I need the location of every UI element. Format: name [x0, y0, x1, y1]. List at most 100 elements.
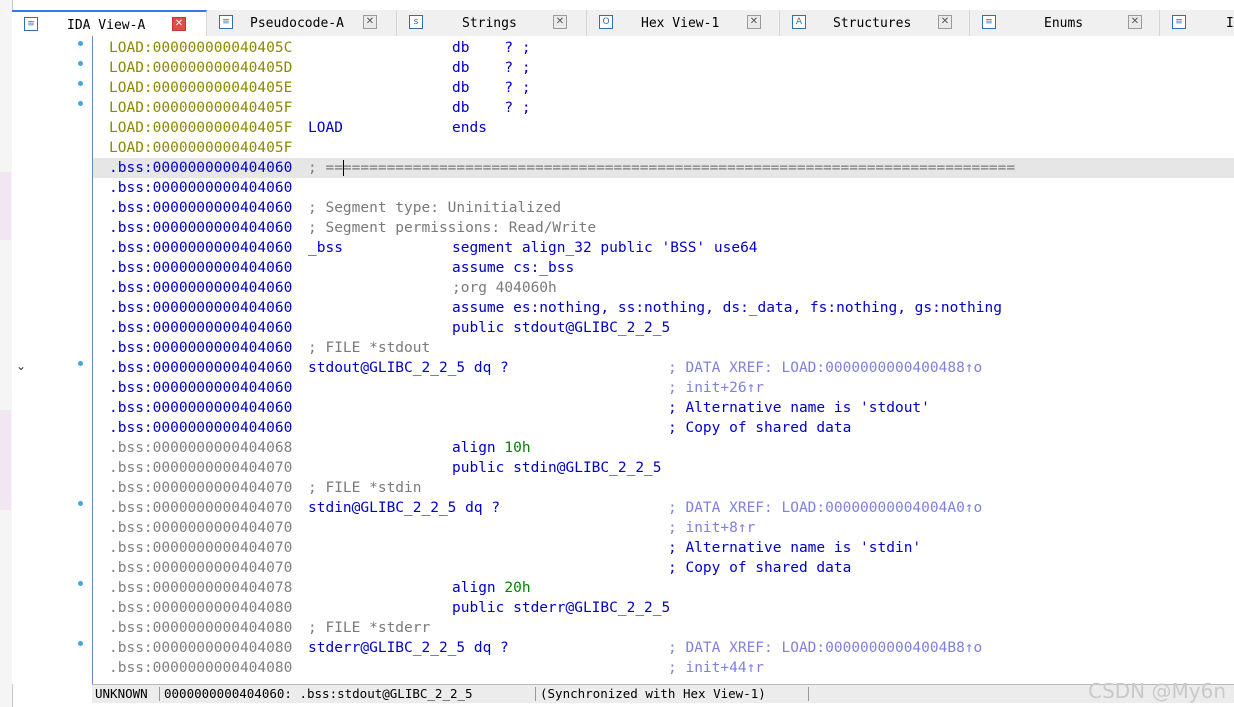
disasm-line[interactable]: .bss:0000000000404060 ; Alternative name … [93, 398, 1234, 418]
breakpoint-dot-icon[interactable] [78, 581, 83, 586]
breakpoint-dot-icon[interactable] [78, 361, 83, 366]
line-address[interactable]: LOAD:000000000040405F [109, 118, 292, 138]
line-address[interactable]: .bss:0000000000404060 [109, 338, 292, 358]
disasm-line[interactable]: .bss:0000000000404060 assume es:nothing, … [93, 298, 1234, 318]
line-label[interactable]: _bss [308, 238, 343, 258]
close-icon[interactable]: ✕ [172, 17, 186, 31]
line-instruction[interactable]: align 10h [452, 438, 531, 458]
line-address[interactable]: LOAD:000000000040405F [109, 138, 292, 158]
disasm-line[interactable]: .bss:0000000000404070 ; init+8↑r [93, 518, 1234, 538]
tab-enums[interactable]: ≡ Enums ✕ [970, 10, 1160, 36]
disasm-line[interactable]: .bss:0000000000404070 stdin@GLIBC_2_2_5 d… [93, 498, 1234, 518]
line-address[interactable]: .bss:0000000000404060 [109, 198, 292, 218]
disasm-line[interactable]: .bss:0000000000404070 ; Alternative name … [93, 538, 1234, 558]
line-instruction[interactable]: db ? ; [452, 78, 531, 98]
line-address[interactable]: .bss:0000000000404070 [109, 458, 292, 478]
disasm-line[interactable]: LOAD:000000000040405E db ? ; [93, 78, 1234, 98]
line-address[interactable]: .bss:0000000000404070 [109, 498, 292, 518]
xref-comment[interactable]: ; init+8↑r [668, 518, 755, 538]
disasm-line[interactable]: .bss:0000000000404060 ; Segment type: Uni… [93, 198, 1234, 218]
breakpoint-dot-icon[interactable] [78, 101, 83, 106]
line-address[interactable]: .bss:0000000000404060 [109, 218, 292, 238]
collapse-chevron-icon[interactable]: ⌄ [16, 359, 26, 373]
line-address[interactable]: .bss:0000000000404060 [109, 378, 292, 398]
line-instruction[interactable]: assume es:nothing, ss:nothing, ds:_data,… [452, 298, 1002, 318]
line-instruction[interactable]: public stdin@GLIBC_2_2_5 [452, 458, 662, 478]
line-address[interactable]: .bss:0000000000404060 [109, 298, 292, 318]
line-address[interactable]: .bss:0000000000404068 [109, 438, 292, 458]
tab-ida-view-a[interactable]: ≡ IDA View-A ✕ [12, 10, 207, 37]
close-icon[interactable]: ✕ [747, 15, 761, 29]
line-address[interactable]: .bss:0000000000404078 [109, 578, 292, 598]
line-address[interactable]: .bss:0000000000404080 [109, 638, 292, 658]
disasm-line[interactable]: .bss:0000000000404060 public stdout@GLIBC… [93, 318, 1234, 338]
breakpoint-dot-icon[interactable] [78, 61, 83, 66]
disasm-line[interactable]: .bss:0000000000404080 ; init+44↑r [93, 658, 1234, 678]
xref-comment[interactable]: ; init+44↑r [668, 658, 764, 678]
disasm-line[interactable]: .bss:0000000000404070 ; Copy of shared da… [93, 558, 1234, 578]
line-address[interactable]: .bss:0000000000404060 [109, 278, 292, 298]
line-address[interactable]: .bss:0000000000404060 [109, 158, 292, 178]
tab-hex-view-1[interactable]: O Hex View-1 ✕ [587, 10, 780, 36]
line-address[interactable]: .bss:0000000000404070 [109, 558, 292, 578]
disasm-line[interactable]: .bss:0000000000404060 ; Copy of shared da… [93, 418, 1234, 438]
line-instruction[interactable]: public stdout@GLIBC_2_2_5 [452, 318, 670, 338]
disasm-line[interactable]: .bss:0000000000404070 public stdin@GLIBC_… [93, 458, 1234, 478]
line-label[interactable]: stdout@GLIBC_2_2_5 dq ? [308, 358, 509, 378]
disasm-line[interactable]: .bss:0000000000404060 [93, 178, 1234, 198]
disasm-line[interactable]: LOAD:000000000040405C db ? ; [93, 38, 1234, 58]
disasm-line[interactable]: .bss:0000000000404080 ; FILE *stderr [93, 618, 1234, 638]
close-icon[interactable]: ✕ [363, 15, 377, 29]
xref-comment[interactable]: ; DATA XREF: LOAD:00000000004004B8↑o [668, 638, 982, 658]
breakpoint-dot-icon[interactable] [78, 41, 83, 46]
line-comment[interactable]: ;org 404060h [452, 278, 557, 298]
disassembly-view[interactable]: LOAD:000000000040405C db ? ; LOAD:00000000… [92, 36, 1234, 684]
disasm-line[interactable]: .bss:0000000000404070 ; FILE *stdin [93, 478, 1234, 498]
line-label[interactable]: LOAD [308, 118, 343, 138]
line-instruction[interactable]: ends [452, 118, 487, 138]
line-instruction[interactable]: db ? ; [452, 38, 531, 58]
line-address[interactable]: LOAD:000000000040405E [109, 78, 292, 98]
disasm-line[interactable]: .bss:0000000000404060 ; Segment permissio… [93, 218, 1234, 238]
xref-comment[interactable]: ; DATA XREF: LOAD:00000000004004A0↑o [668, 498, 982, 518]
line-address[interactable]: .bss:0000000000404060 [109, 238, 292, 258]
line-address[interactable]: .bss:0000000000404060 [109, 178, 292, 198]
line-instruction[interactable]: db ? ; [452, 98, 531, 118]
close-icon[interactable]: ✕ [553, 15, 567, 29]
line-instruction[interactable]: align 20h [452, 578, 531, 598]
line-address[interactable]: .bss:0000000000404060 [109, 358, 292, 378]
line-address[interactable]: .bss:0000000000404080 [109, 598, 292, 618]
close-icon[interactable]: ✕ [1128, 15, 1142, 29]
line-address[interactable]: .bss:0000000000404070 [109, 538, 292, 558]
disasm-line[interactable]: .bss:0000000000404080 public stderr@GLIBC… [93, 598, 1234, 618]
disasm-line[interactable]: .bss:0000000000404060 ; FILE *stdout [93, 338, 1234, 358]
line-address[interactable]: LOAD:000000000040405C [109, 38, 292, 58]
line-address[interactable]: LOAD:000000000040405D [109, 58, 292, 78]
tab-structures[interactable]: A Structures ✕ [780, 10, 970, 36]
disasm-line[interactable]: LOAD:000000000040405F db ? ; [93, 98, 1234, 118]
xref-comment[interactable]: ; DATA XREF: LOAD:0000000000400488↑o [668, 358, 982, 378]
close-icon[interactable]: ✕ [938, 15, 952, 29]
disasm-line[interactable]: .bss:0000000000404060 ; =================… [93, 158, 1234, 178]
tab-pseudocode-a[interactable]: ≡ Pseudocode-A ✕ [207, 10, 397, 36]
tab-strings[interactable]: s Strings ✕ [397, 10, 587, 36]
line-address[interactable]: .bss:0000000000404060 [109, 258, 292, 278]
disasm-line[interactable]: .bss:0000000000404060 ; init+26↑r [93, 378, 1234, 398]
xref-comment[interactable]: ; init+26↑r [668, 378, 764, 398]
line-instruction[interactable]: segment align_32 public 'BSS' use64 [452, 238, 758, 258]
disasm-line[interactable]: .bss:0000000000404060 ;org 404060h [93, 278, 1234, 298]
line-address[interactable]: .bss:0000000000404080 [109, 618, 292, 638]
breakpoint-dot-icon[interactable] [78, 501, 83, 506]
disasm-line[interactable]: LOAD:000000000040405D db ? ; [93, 58, 1234, 78]
line-address[interactable]: .bss:0000000000404070 [109, 478, 292, 498]
breakpoint-dot-icon[interactable] [78, 641, 83, 646]
line-address[interactable]: .bss:0000000000404060 [109, 318, 292, 338]
disasm-line[interactable]: LOAD:000000000040405F LOAD ends [93, 118, 1234, 138]
breakpoint-dot-icon[interactable] [78, 81, 83, 86]
line-label[interactable]: stderr@GLIBC_2_2_5 dq ? [308, 638, 509, 658]
disasm-line[interactable]: .bss:0000000000404060 _bss segment align_3… [93, 238, 1234, 258]
line-address[interactable]: LOAD:000000000040405F [109, 98, 292, 118]
disasm-line[interactable]: .bss:0000000000404078 align 20h [93, 578, 1234, 598]
line-address[interactable]: .bss:0000000000404070 [109, 518, 292, 538]
disasm-line[interactable]: .bss:0000000000404060 assume cs:_bss [93, 258, 1234, 278]
